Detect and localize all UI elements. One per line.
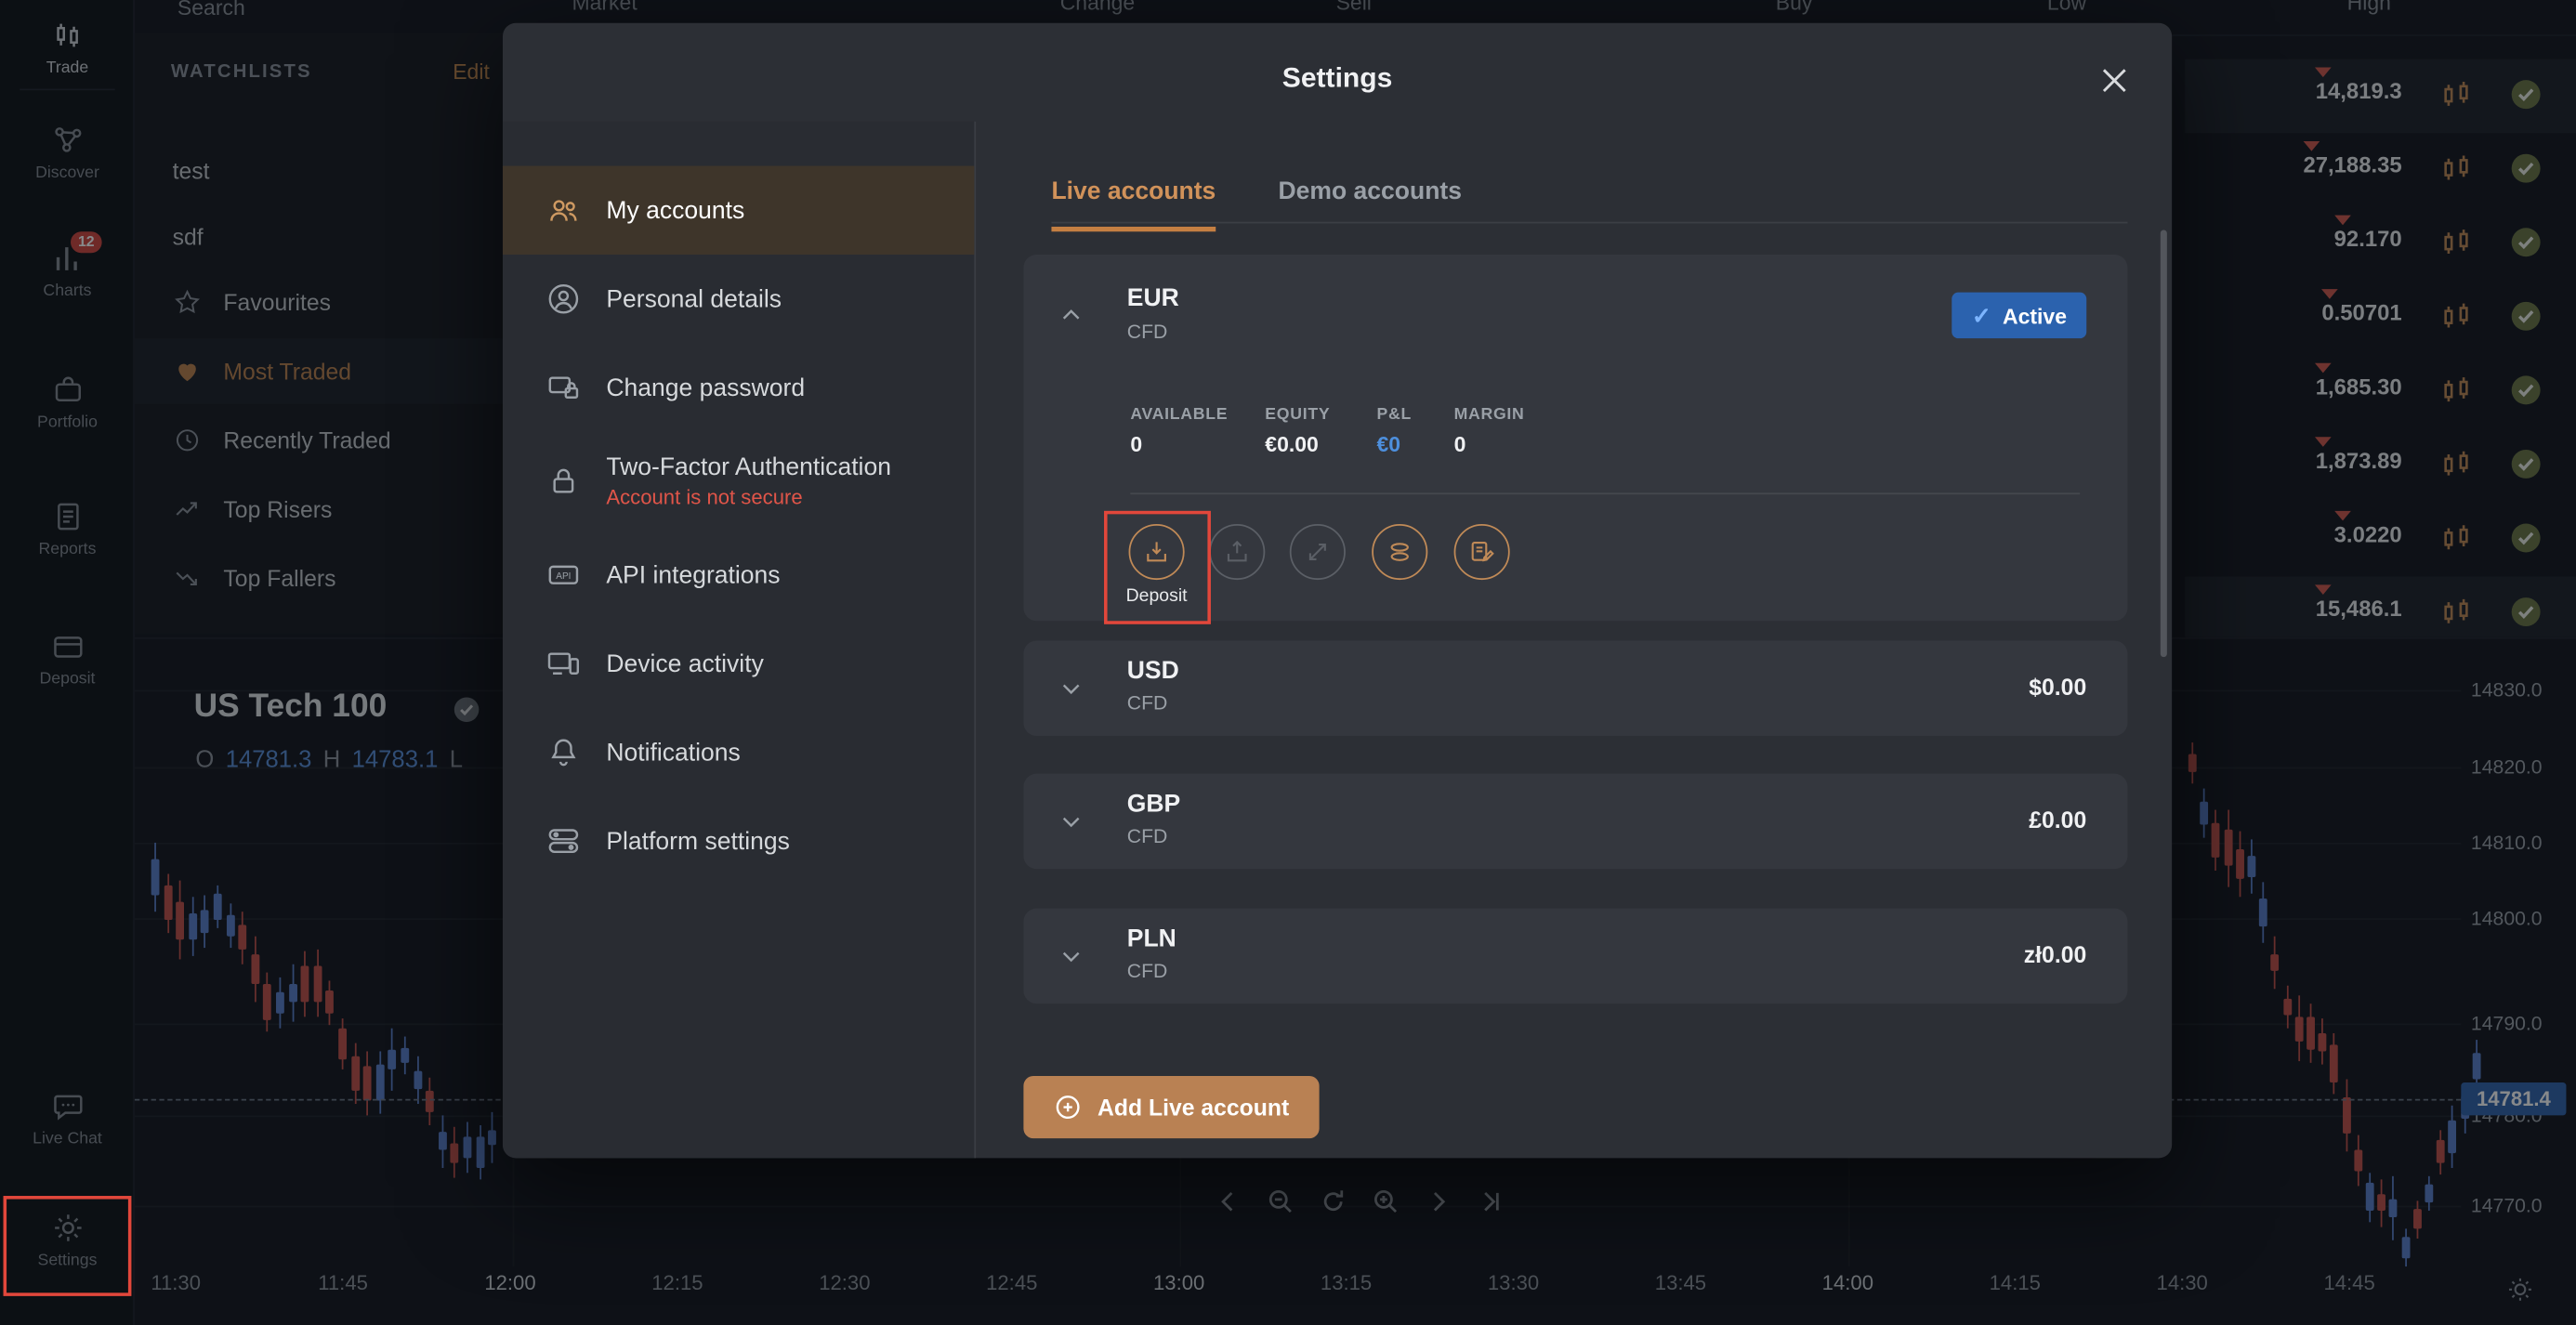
bell-icon — [551, 739, 576, 767]
account-currency: EUR — [1126, 283, 1179, 312]
switch-account-button[interactable] — [1372, 523, 1428, 581]
account-currency: USD — [1126, 657, 1179, 686]
card-divider — [1130, 492, 2081, 495]
account-balance: $0.00 — [2029, 673, 2087, 701]
expand-chevron-icon[interactable] — [1057, 941, 1086, 971]
menu-item-my-accounts[interactable]: My accounts — [502, 165, 975, 256]
stat-pnl: P&L €0 — [1376, 405, 1412, 457]
stat-margin: MARGIN 0 — [1453, 405, 1525, 457]
withdraw-button[interactable] — [1209, 523, 1266, 581]
settings-modal: Settings My accounts Personal details Ch… — [502, 22, 2173, 1159]
transfer-button[interactable] — [1289, 523, 1346, 581]
add-live-account-button[interactable]: Add Live account — [1023, 1075, 1320, 1139]
add-live-account-label: Add Live account — [1097, 1094, 1290, 1121]
menu-item-warning: Account is not secure — [606, 486, 803, 510]
people-icon — [550, 200, 577, 221]
stat-equity: EQUITY €0.00 — [1265, 405, 1331, 457]
menu-item-label: Two-Factor Authentication — [606, 453, 891, 481]
account-type: CFD — [1126, 824, 1168, 848]
card-lock-icon — [548, 376, 579, 399]
account-currency: PLN — [1126, 925, 1176, 953]
menu-item-label: Notifications — [606, 738, 741, 767]
tabs-divider — [1051, 221, 2128, 224]
withdraw-icon — [1227, 540, 1247, 562]
account-type: CFD — [1126, 320, 1168, 344]
menu-item-personal-details[interactable]: Personal details — [503, 255, 974, 343]
tab-demo-accounts[interactable]: Demo accounts — [1279, 177, 1462, 231]
deposit-button[interactable] — [1128, 523, 1185, 581]
menu-item-label: Device activity — [606, 649, 764, 678]
account-balance: £0.00 — [2029, 807, 2087, 833]
tab-live-accounts[interactable]: Live accounts — [1051, 177, 1216, 232]
menu-item-two-factor[interactable]: Two-Factor Authentication Account is not… — [503, 432, 974, 531]
account-card-eur: EUR CFD ✓ Active AVAILABLE 0 EQUITY €0.0… — [1023, 255, 2128, 622]
app: Search Market Change Sell Buy Low High T… — [0, 0, 2576, 1325]
menu-item-label: Personal details — [606, 284, 782, 313]
account-card-usd[interactable]: USD CFD $0.00 — [1023, 640, 2128, 737]
menu-item-label: Platform settings — [606, 827, 790, 856]
svg-text:API: API — [556, 571, 571, 582]
modal-menu-separator — [974, 121, 977, 1159]
menu-item-platform-settings[interactable]: Platform settings — [503, 796, 974, 885]
account-currency: GBP — [1126, 790, 1181, 819]
toggles-icon — [548, 829, 579, 854]
account-type: CFD — [1126, 959, 1168, 983]
menu-item-device-activity[interactable]: Device activity — [503, 619, 974, 707]
active-label: Active — [2003, 303, 2068, 328]
expand-chevron-icon[interactable] — [1057, 674, 1086, 703]
api-icon: API — [548, 565, 579, 584]
collapse-chevron-icon[interactable] — [1057, 301, 1086, 331]
transfer-icon — [1308, 543, 1326, 561]
close-icon[interactable] — [2096, 62, 2133, 98]
menu-item-api-integrations[interactable]: API API integrations — [503, 531, 974, 619]
account-type: CFD — [1126, 691, 1168, 715]
menu-item-label: API integrations — [606, 560, 781, 589]
menu-item-change-password[interactable]: Change password — [503, 343, 974, 431]
account-balance: zł0.00 — [2023, 941, 2087, 968]
menu-item-notifications[interactable]: Notifications — [503, 708, 974, 796]
scrollbar-thumb[interactable] — [2160, 230, 2167, 658]
account-card-pln[interactable]: PLN CFD zł0.00 — [1023, 908, 2128, 1004]
statement-button[interactable] — [1453, 523, 1510, 581]
check-icon: ✓ — [1971, 301, 1991, 328]
stat-available: AVAILABLE 0 — [1130, 405, 1229, 457]
modal-title: Settings — [1281, 62, 1393, 94]
active-status-badge[interactable]: ✓ Active — [1952, 292, 2087, 339]
accounts-icon — [1390, 543, 1409, 561]
statement-edit-icon — [1471, 542, 1494, 562]
menu-item-label: Change password — [606, 374, 806, 402]
lock-icon — [553, 468, 574, 493]
expand-chevron-icon[interactable] — [1057, 807, 1086, 836]
account-card-gbp[interactable]: GBP CFD £0.00 — [1023, 773, 2128, 870]
plus-circle-icon — [1056, 1095, 1080, 1120]
menu-item-label: My accounts — [606, 196, 745, 225]
deposit-icon — [1147, 542, 1166, 562]
devices-icon — [547, 652, 580, 675]
account-tabs: Live accounts Demo accounts — [1051, 177, 1462, 232]
deposit-button-label: Deposit — [1125, 586, 1188, 607]
person-circle-icon — [548, 283, 579, 314]
